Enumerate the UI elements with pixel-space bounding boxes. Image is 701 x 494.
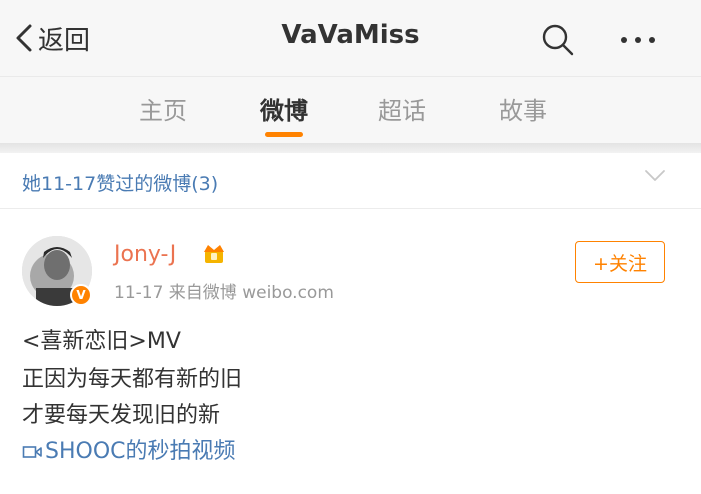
username[interactable]: Jony-J <box>114 242 176 267</box>
more-icon <box>621 37 655 43</box>
back-button[interactable]: 返回 <box>14 18 90 58</box>
tab-home[interactable]: 主页 <box>123 91 203 126</box>
tab-story[interactable]: 故事 <box>483 91 563 126</box>
verified-badge-icon: V <box>70 284 92 306</box>
tab-super-topic[interactable]: 超话 <box>362 91 442 126</box>
chevron-left-icon <box>16 24 32 52</box>
chevron-down-icon <box>645 170 665 181</box>
filter-label: 她11-17赞过的微博(3) <box>22 173 219 195</box>
divider <box>0 143 701 153</box>
search-button[interactable] <box>536 18 580 62</box>
follow-button[interactable]: +关注 <box>575 241 665 283</box>
more-button[interactable] <box>616 18 660 62</box>
vip-crown-icon <box>204 245 224 263</box>
video-link-label: SHOOC的秒拍视频 <box>45 439 236 464</box>
post-meta: 11-17 来自微博 weibo.com <box>114 283 334 303</box>
tab-weibo[interactable]: 微博 <box>244 91 324 126</box>
profile-tabs: 主页 微博 超话 故事 <box>0 76 701 143</box>
page-title: VaVaMiss <box>281 20 420 50</box>
active-tab-indicator <box>265 132 303 137</box>
back-label: 返回 <box>38 25 91 56</box>
post-card: V Jony-J 11-17 来自微博 weibo.com +关注 <喜新恋旧>… <box>0 210 701 494</box>
post-text-line: <喜新恋旧>MV <box>22 329 181 354</box>
liked-posts-filter[interactable]: 她11-17赞过的微博(3) <box>0 153 701 209</box>
post-text-line: 才要每天发现旧的新 <box>22 403 221 428</box>
video-link[interactable]: SHOOC的秒拍视频 <box>22 437 236 467</box>
video-icon <box>22 446 42 458</box>
nav-bar: 返回 VaVaMiss <box>0 0 701 76</box>
post-text-line: 正因为每天都有新的旧 <box>22 367 243 392</box>
search-icon <box>542 24 574 56</box>
